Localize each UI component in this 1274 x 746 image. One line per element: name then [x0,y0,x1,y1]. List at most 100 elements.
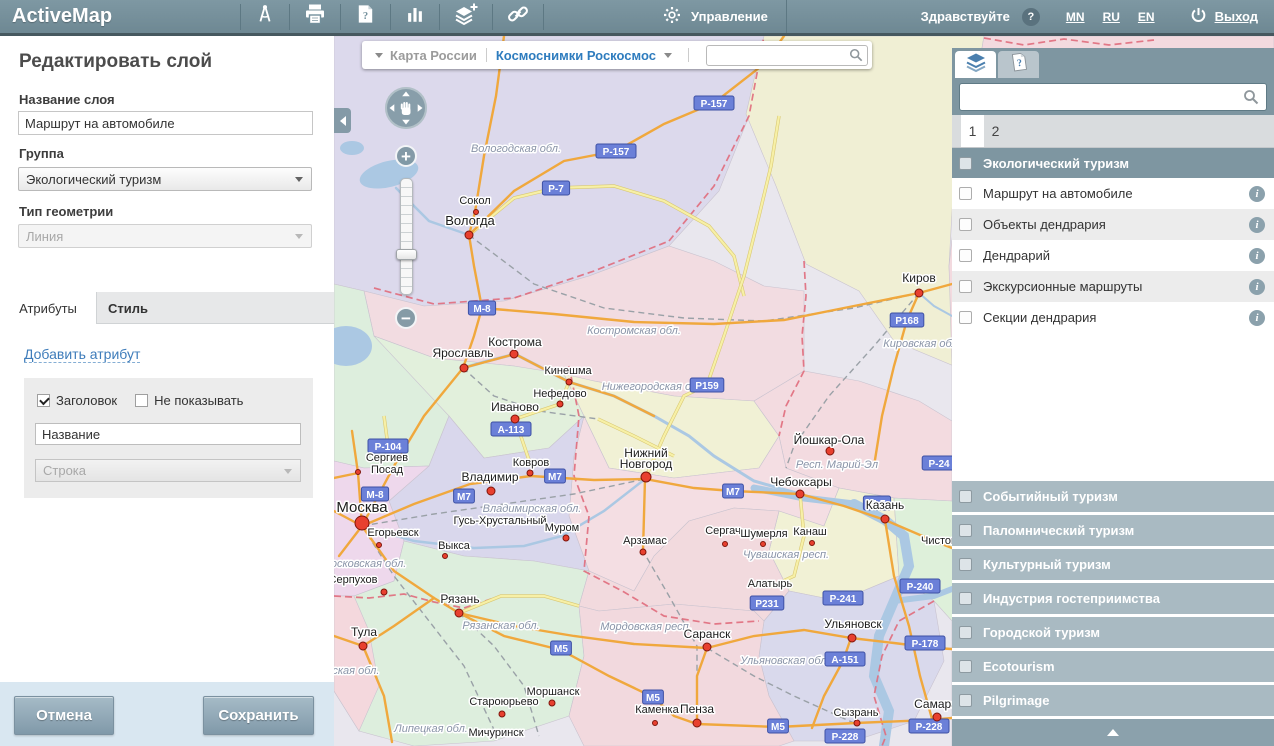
road-badge: Р-7 [542,181,569,195]
svg-text:Р159: Р159 [695,381,719,392]
chevron-down-icon [284,469,292,474]
zoom-slider[interactable] [400,178,413,295]
layer-checkbox[interactable] [959,524,972,537]
add-layer-icon [453,2,479,31]
info-icon[interactable]: i [1249,186,1265,202]
attribute-name-input[interactable] [35,423,301,445]
layer-row[interactable]: Дендрарийi [952,240,1274,271]
layer-row[interactable]: Объекты дендрарияi [952,209,1274,240]
cancel-button[interactable]: Отмена [14,696,114,735]
title-checkbox[interactable] [37,394,50,407]
layer-group-header[interactable]: Событийный туризм [952,481,1274,512]
layer-checkbox[interactable] [959,626,972,639]
zoom-in-button[interactable]: + [395,145,417,167]
collapse-left-panel-button[interactable] [334,108,351,133]
info-icon[interactable]: i [1249,217,1265,233]
chevron-down-icon [295,234,303,239]
layer-group-header[interactable]: Ecotourism [952,651,1274,682]
layer-checkbox[interactable] [959,187,972,200]
layer-checkbox[interactable] [959,311,972,324]
tab-layers[interactable] [955,51,996,78]
layer-group-header[interactable]: Культурный туризм [952,549,1274,580]
layer-list-empty-space [952,333,1274,478]
tab-legend[interactable]: ? [998,51,1039,78]
svg-text:Р-228: Р-228 [916,722,943,733]
logout-button[interactable]: Выход [1189,6,1258,28]
chevron-down-icon [295,177,303,182]
layer-checkbox[interactable] [959,558,972,571]
layer-checkbox[interactable] [959,490,972,503]
management-button[interactable]: Управление [662,0,787,33]
save-button[interactable]: Сохранить [203,696,314,735]
layer-search-input[interactable] [959,83,1267,111]
legend-page-icon: ? [1008,51,1030,78]
layer-group-header[interactable]: Экологический туризм [952,148,1274,178]
svg-text:Серпухов: Серпухов [334,574,378,586]
layer-group-header[interactable]: Pilgrimage [952,685,1274,716]
layer-checkbox[interactable] [959,157,972,170]
search-icon[interactable] [849,48,863,65]
activemap-app: ActiveMap ? Управление Здравствуйте ? [0,0,1274,746]
attribute-type-value: Строка [43,463,86,478]
layer-checkbox[interactable] [959,280,972,293]
layer-group-header[interactable]: Индустрия гостеприимства [952,583,1274,614]
layer-checkbox[interactable] [959,249,972,262]
info-icon[interactable]: i [1249,279,1265,295]
svg-text:Р-240: Р-240 [907,582,934,593]
layer-group-header[interactable]: Паломнический туризм [952,515,1274,546]
base-layer-button[interactable]: Карта России [390,48,477,63]
chevron-down-icon[interactable] [664,53,672,58]
svg-text:Йошкар-Ола: Йошкар-Ола [794,432,865,447]
group-select[interactable]: Экологический туризм [18,167,312,191]
layer-group-header[interactable]: Городской туризм [952,617,1274,648]
tab-attributes[interactable]: Атрибуты [0,292,97,324]
region-label: Кировская обл. [883,338,960,350]
layer-name-input[interactable] [18,111,313,135]
layer-checkbox[interactable] [959,694,972,707]
tab-style[interactable]: Стиль [96,292,160,324]
hide-checkbox[interactable] [135,394,148,407]
legend-button[interactable]: ? [341,4,391,30]
language-link-mn[interactable]: MN [1066,10,1085,24]
layer-checkbox[interactable] [959,592,972,605]
svg-text:Сергиев: Сергиев [366,452,408,464]
layer-row[interactable]: Экскурсионные маршрутыi [952,271,1274,302]
help-button[interactable]: ? [1022,8,1040,26]
panel-scroll-up-button[interactable] [952,719,1274,746]
svg-text:Москва: Москва [336,499,388,516]
layer-row[interactable]: Маршрут на автомобилеi [952,178,1274,209]
zoom-slider-handle[interactable] [396,249,417,260]
svg-text:Новгород: Новгород [620,457,673,471]
add-layer-button[interactable] [440,4,493,30]
map-search-input[interactable] [706,45,868,66]
road-badge: М5 [768,719,789,733]
layer-page-1[interactable]: 1 [961,115,984,147]
layer-checkbox[interactable] [959,660,972,673]
language-link-en[interactable]: EN [1138,10,1155,24]
measure-button[interactable] [240,4,290,30]
overlay-layer-button[interactable]: Космоснимки Роскосмос [496,48,656,63]
road-badge: А-151 [825,652,865,666]
layer-checkbox[interactable] [959,218,972,231]
region-label: Владимирская обл. [483,503,582,515]
svg-text:Р-157: Р-157 [701,99,728,110]
layer-row[interactable]: Секции дендрарияi [952,302,1274,333]
svg-text:Р-7: Р-7 [548,184,564,195]
search-icon[interactable] [1243,89,1259,110]
info-icon[interactable]: i [1249,248,1265,264]
zoom-out-button[interactable]: − [395,307,417,329]
chevron-down-icon[interactable] [375,53,383,58]
svg-text:Посад: Посад [371,464,404,476]
chart-button[interactable] [391,4,440,30]
region-label: Чувашская респ. [743,549,829,561]
svg-text:М5: М5 [771,722,785,733]
language-link-ru[interactable]: RU [1103,10,1120,24]
print-button[interactable] [290,4,341,30]
city-marker: Мичуринск [468,727,523,739]
info-icon[interactable]: i [1249,310,1265,326]
add-attribute-link[interactable]: Добавить атрибут [24,346,140,363]
layer-page-2[interactable]: 2 [984,115,1007,147]
svg-text:Р-178: Р-178 [912,639,939,650]
pan-control[interactable] [385,87,427,129]
link-button[interactable] [493,4,544,30]
